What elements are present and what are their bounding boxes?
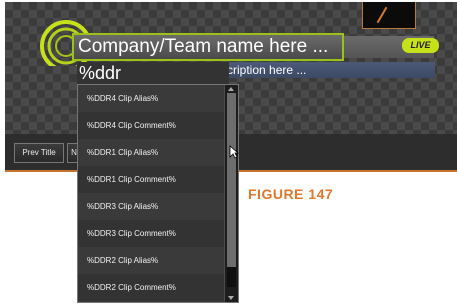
scrollbar-track-lower — [227, 267, 236, 287]
dropdown-item[interactable]: %DDR3 Clip Alias% — [78, 193, 226, 220]
dropdown-item[interactable]: %DDR4 Clip Alias% — [78, 85, 226, 112]
dropdown-item[interactable]: %DDR2 Clip Alias% — [78, 247, 226, 274]
figure-caption: FIGURE 147 — [248, 186, 334, 202]
scroll-up-icon[interactable] — [228, 87, 234, 91]
scroll-down-icon[interactable] — [228, 296, 234, 300]
dropdown-item[interactable]: %DDR4 Clip Comment% — [78, 112, 226, 139]
video-preview — [362, 2, 416, 29]
company-name-field[interactable]: Company/Team name here ... — [72, 33, 344, 61]
mouse-cursor-icon — [229, 145, 239, 159]
dropdown-item[interactable]: %DDR3 Clip Comment% — [78, 220, 226, 247]
description-field[interactable]: cription here ... — [225, 62, 435, 78]
dropdown-item[interactable]: %DDR1 Clip Alias% — [78, 139, 226, 166]
dropdown-item[interactable]: %DDR1 Clip Comment% — [78, 166, 226, 193]
scrollbar-thumb[interactable] — [227, 93, 236, 268]
dropdown-scrollbar[interactable] — [224, 85, 238, 302]
autocomplete-dropdown: %DDR4 Clip Alias% %DDR4 Clip Comment% %D… — [77, 84, 239, 303]
live-badge: LIVE — [402, 38, 439, 53]
prev-title-button[interactable]: Prev Title — [14, 143, 64, 163]
autocomplete-input[interactable]: %ddr — [77, 62, 229, 84]
dropdown-item[interactable]: %DDR2 Clip Comment% — [78, 274, 226, 301]
